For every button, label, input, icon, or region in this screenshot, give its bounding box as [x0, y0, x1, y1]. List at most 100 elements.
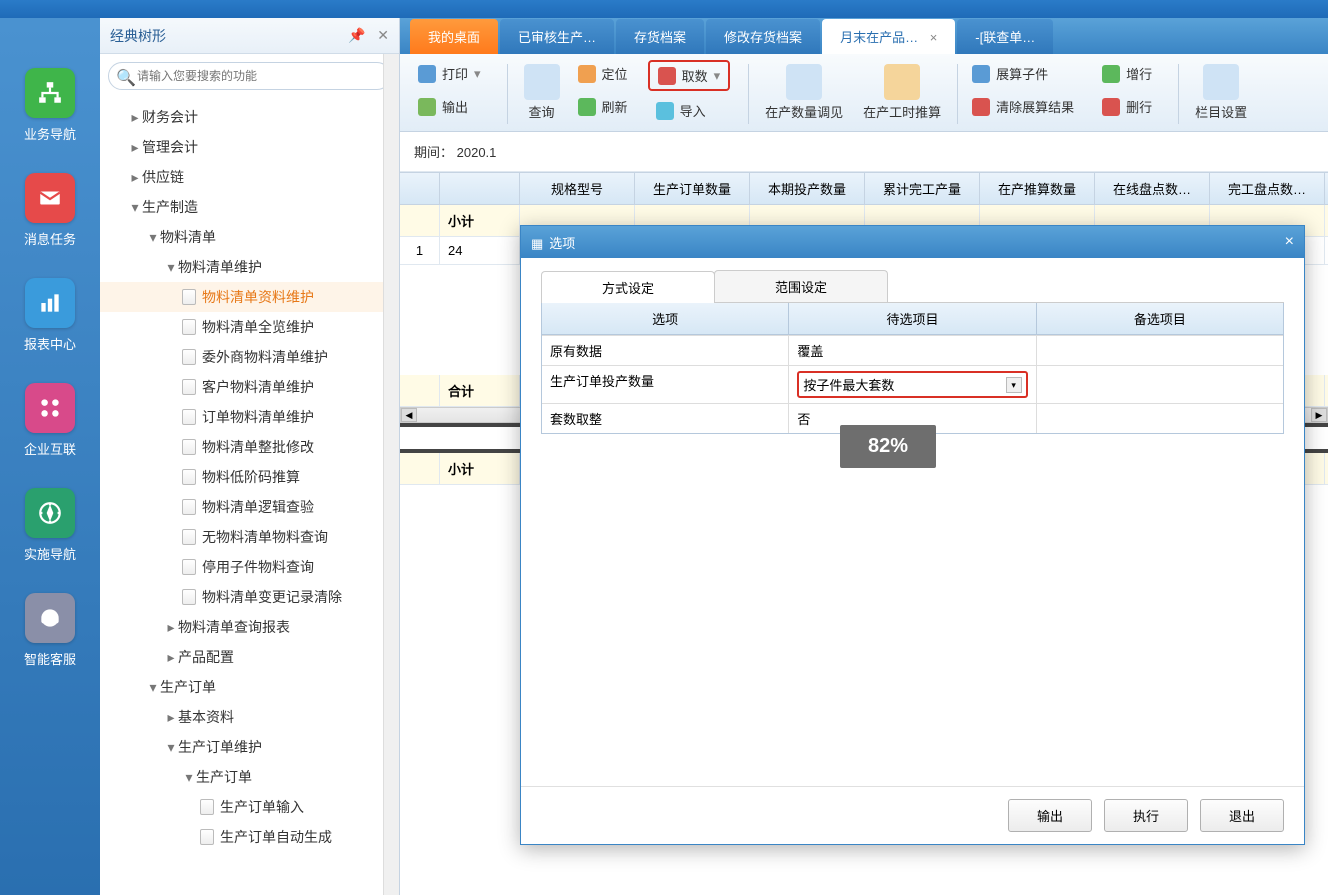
- rail-label: 企业互联: [24, 439, 76, 458]
- fetch-button[interactable]: 取数▾: [648, 60, 731, 91]
- document-icon: [200, 799, 214, 815]
- tree-leaf[interactable]: 停用子件物料查询: [100, 552, 399, 582]
- tree-label: 物料清单整批修改: [202, 437, 399, 457]
- tab-desktop[interactable]: 我的桌面: [410, 19, 498, 54]
- query-button[interactable]: 查询: [514, 60, 570, 125]
- tree-leaf[interactable]: 物料低阶码推算: [100, 462, 399, 492]
- col-period-qty[interactable]: 本期投产数量: [750, 173, 865, 204]
- tree-branch[interactable]: ▸基本资料: [100, 702, 399, 732]
- add-row-button[interactable]: 增行: [1094, 60, 1160, 87]
- print-button[interactable]: 打印▾: [410, 60, 489, 87]
- tree-branch[interactable]: ▸产品配置: [100, 642, 399, 672]
- exit-button[interactable]: 退出: [1200, 799, 1284, 832]
- tree-branch[interactable]: ▸管理会计: [100, 132, 399, 162]
- tree-leaf[interactable]: 客户物料清单维护: [100, 372, 399, 402]
- tree-label: 物料清单: [160, 227, 399, 247]
- tree-leaf[interactable]: 生产订单自动生成: [100, 822, 399, 852]
- tree-leaf[interactable]: 物料清单资料维护: [100, 282, 399, 312]
- rail-label: 实施导航: [24, 544, 76, 563]
- tab-range[interactable]: 范围设定: [714, 270, 888, 302]
- tree-branch[interactable]: ▸财务会计: [100, 102, 399, 132]
- scrollbar-v[interactable]: [383, 54, 399, 895]
- dialog-footer: 输出 执行 退出: [521, 786, 1304, 844]
- col-setting-button[interactable]: 栏目设置: [1185, 60, 1257, 125]
- rail-enterprise-link[interactable]: 企业互联: [24, 383, 76, 458]
- output-button[interactable]: 输出: [410, 93, 489, 120]
- refresh-button[interactable]: 刷新: [570, 93, 636, 120]
- tree-leaf[interactable]: 物料清单变更记录清除: [100, 582, 399, 612]
- wip-time-button[interactable]: 在产工时推算: [853, 60, 951, 125]
- printer-icon: [418, 65, 436, 83]
- tree-branch[interactable]: ▸供应链: [100, 162, 399, 192]
- caret-icon: ▸: [128, 169, 142, 186]
- tab-lookup[interactable]: -[联查单…: [957, 19, 1053, 54]
- close-icon[interactable]: ×: [1285, 233, 1294, 251]
- dialog-title-bar[interactable]: ▦选项 ×: [521, 226, 1304, 258]
- tree-leaf[interactable]: 物料清单全览维护: [100, 312, 399, 342]
- clear-expand-button[interactable]: 清除展算结果: [964, 93, 1082, 120]
- tab-month-end-wip[interactable]: 月末在产品… ×: [822, 19, 955, 54]
- tree-label: 物料清单变更记录清除: [202, 587, 399, 607]
- chevron-down-icon[interactable]: ▾: [1006, 377, 1022, 393]
- rail-messages[interactable]: 消息任务: [24, 173, 76, 248]
- tab-edit-inventory[interactable]: 修改存货档案: [706, 19, 820, 54]
- tree-branch[interactable]: ▾生产订单: [100, 762, 399, 792]
- tree-branch[interactable]: ▾生产订单维护: [100, 732, 399, 762]
- caret-icon: ▸: [164, 709, 178, 726]
- rail-implementation[interactable]: 实施导航: [24, 488, 76, 563]
- tab-approved-prod[interactable]: 已审核生产…: [500, 19, 614, 54]
- caret-icon: ▸: [128, 139, 142, 156]
- tree-label: 订单物料清单维护: [202, 407, 399, 427]
- col-spec[interactable]: 规格型号: [520, 173, 635, 204]
- execute-button[interactable]: 执行: [1104, 799, 1188, 832]
- col-wip-est[interactable]: 在产推算数量: [980, 173, 1095, 204]
- tree-leaf[interactable]: 物料清单逻辑查验: [100, 492, 399, 522]
- tree-leaf[interactable]: 生产订单输入: [100, 792, 399, 822]
- rail-biz-nav[interactable]: 业务导航: [24, 68, 76, 143]
- tab-inventory[interactable]: 存货档案: [616, 19, 704, 54]
- caret-icon: ▸: [128, 109, 142, 126]
- wip-qty-button[interactable]: 在产数量调见: [755, 60, 853, 125]
- locate-button[interactable]: 定位: [570, 60, 636, 87]
- col-finish-count[interactable]: 完工盘点数…: [1210, 173, 1325, 204]
- col-cum-output[interactable]: 累计完工产量: [865, 173, 980, 204]
- tree-leaf[interactable]: 委外商物料清单维护: [100, 342, 399, 372]
- del-row-button[interactable]: 删行: [1094, 93, 1160, 120]
- rail-support[interactable]: 智能客服: [24, 593, 76, 668]
- mail-icon: [25, 173, 75, 223]
- tree-leaf[interactable]: 订单物料清单维护: [100, 402, 399, 432]
- opt-row-order-qty[interactable]: 生产订单投产数量 按子件最大套数 ▾: [542, 365, 1283, 403]
- opt-row-existing-data[interactable]: 原有数据 覆盖: [542, 335, 1283, 365]
- tab-label: 月末在产品…: [840, 30, 918, 45]
- expand-sub-button[interactable]: 展算子件: [964, 60, 1082, 87]
- sitemap-icon: [25, 68, 75, 118]
- caret-icon: ▸: [164, 649, 178, 666]
- col-online-count[interactable]: 在线盘点数…: [1095, 173, 1210, 204]
- refresh-icon: [578, 98, 596, 116]
- tree-label: 生产订单输入: [220, 797, 399, 817]
- pin-icon[interactable]: 📌: [348, 27, 365, 43]
- search-input[interactable]: [108, 62, 391, 90]
- tree-leaf[interactable]: 无物料清单物料查询: [100, 522, 399, 552]
- tree-branch[interactable]: ▾物料清单维护: [100, 252, 399, 282]
- tree-branch[interactable]: ▾生产制造: [100, 192, 399, 222]
- tree-branch[interactable]: ▸物料清单查询报表: [100, 612, 399, 642]
- close-icon[interactable]: ✕: [377, 27, 389, 43]
- document-icon: [182, 559, 196, 575]
- tree-label: 委外商物料清单维护: [202, 347, 399, 367]
- output-button[interactable]: 输出: [1008, 799, 1092, 832]
- scroll-left-icon[interactable]: ◀: [401, 408, 417, 422]
- tab-method[interactable]: 方式设定: [541, 271, 715, 303]
- tree-leaf[interactable]: 物料清单整批修改: [100, 432, 399, 462]
- target-icon: [578, 65, 596, 83]
- caret-icon: ▾: [146, 679, 160, 696]
- tree-body[interactable]: ▸财务会计▸管理会计▸供应链▾生产制造▾物料清单▾物料清单维护物料清单资料维护物…: [100, 98, 399, 895]
- col-order-qty[interactable]: 生产订单数量: [635, 173, 750, 204]
- tree-branch[interactable]: ▾生产订单: [100, 672, 399, 702]
- import-button[interactable]: 导入: [648, 97, 731, 124]
- caret-icon: ▾: [146, 229, 160, 246]
- scroll-right-icon[interactable]: ▶: [1311, 408, 1327, 422]
- close-icon[interactable]: ×: [930, 30, 938, 45]
- rail-reports[interactable]: 报表中心: [24, 278, 76, 353]
- tree-branch[interactable]: ▾物料清单: [100, 222, 399, 252]
